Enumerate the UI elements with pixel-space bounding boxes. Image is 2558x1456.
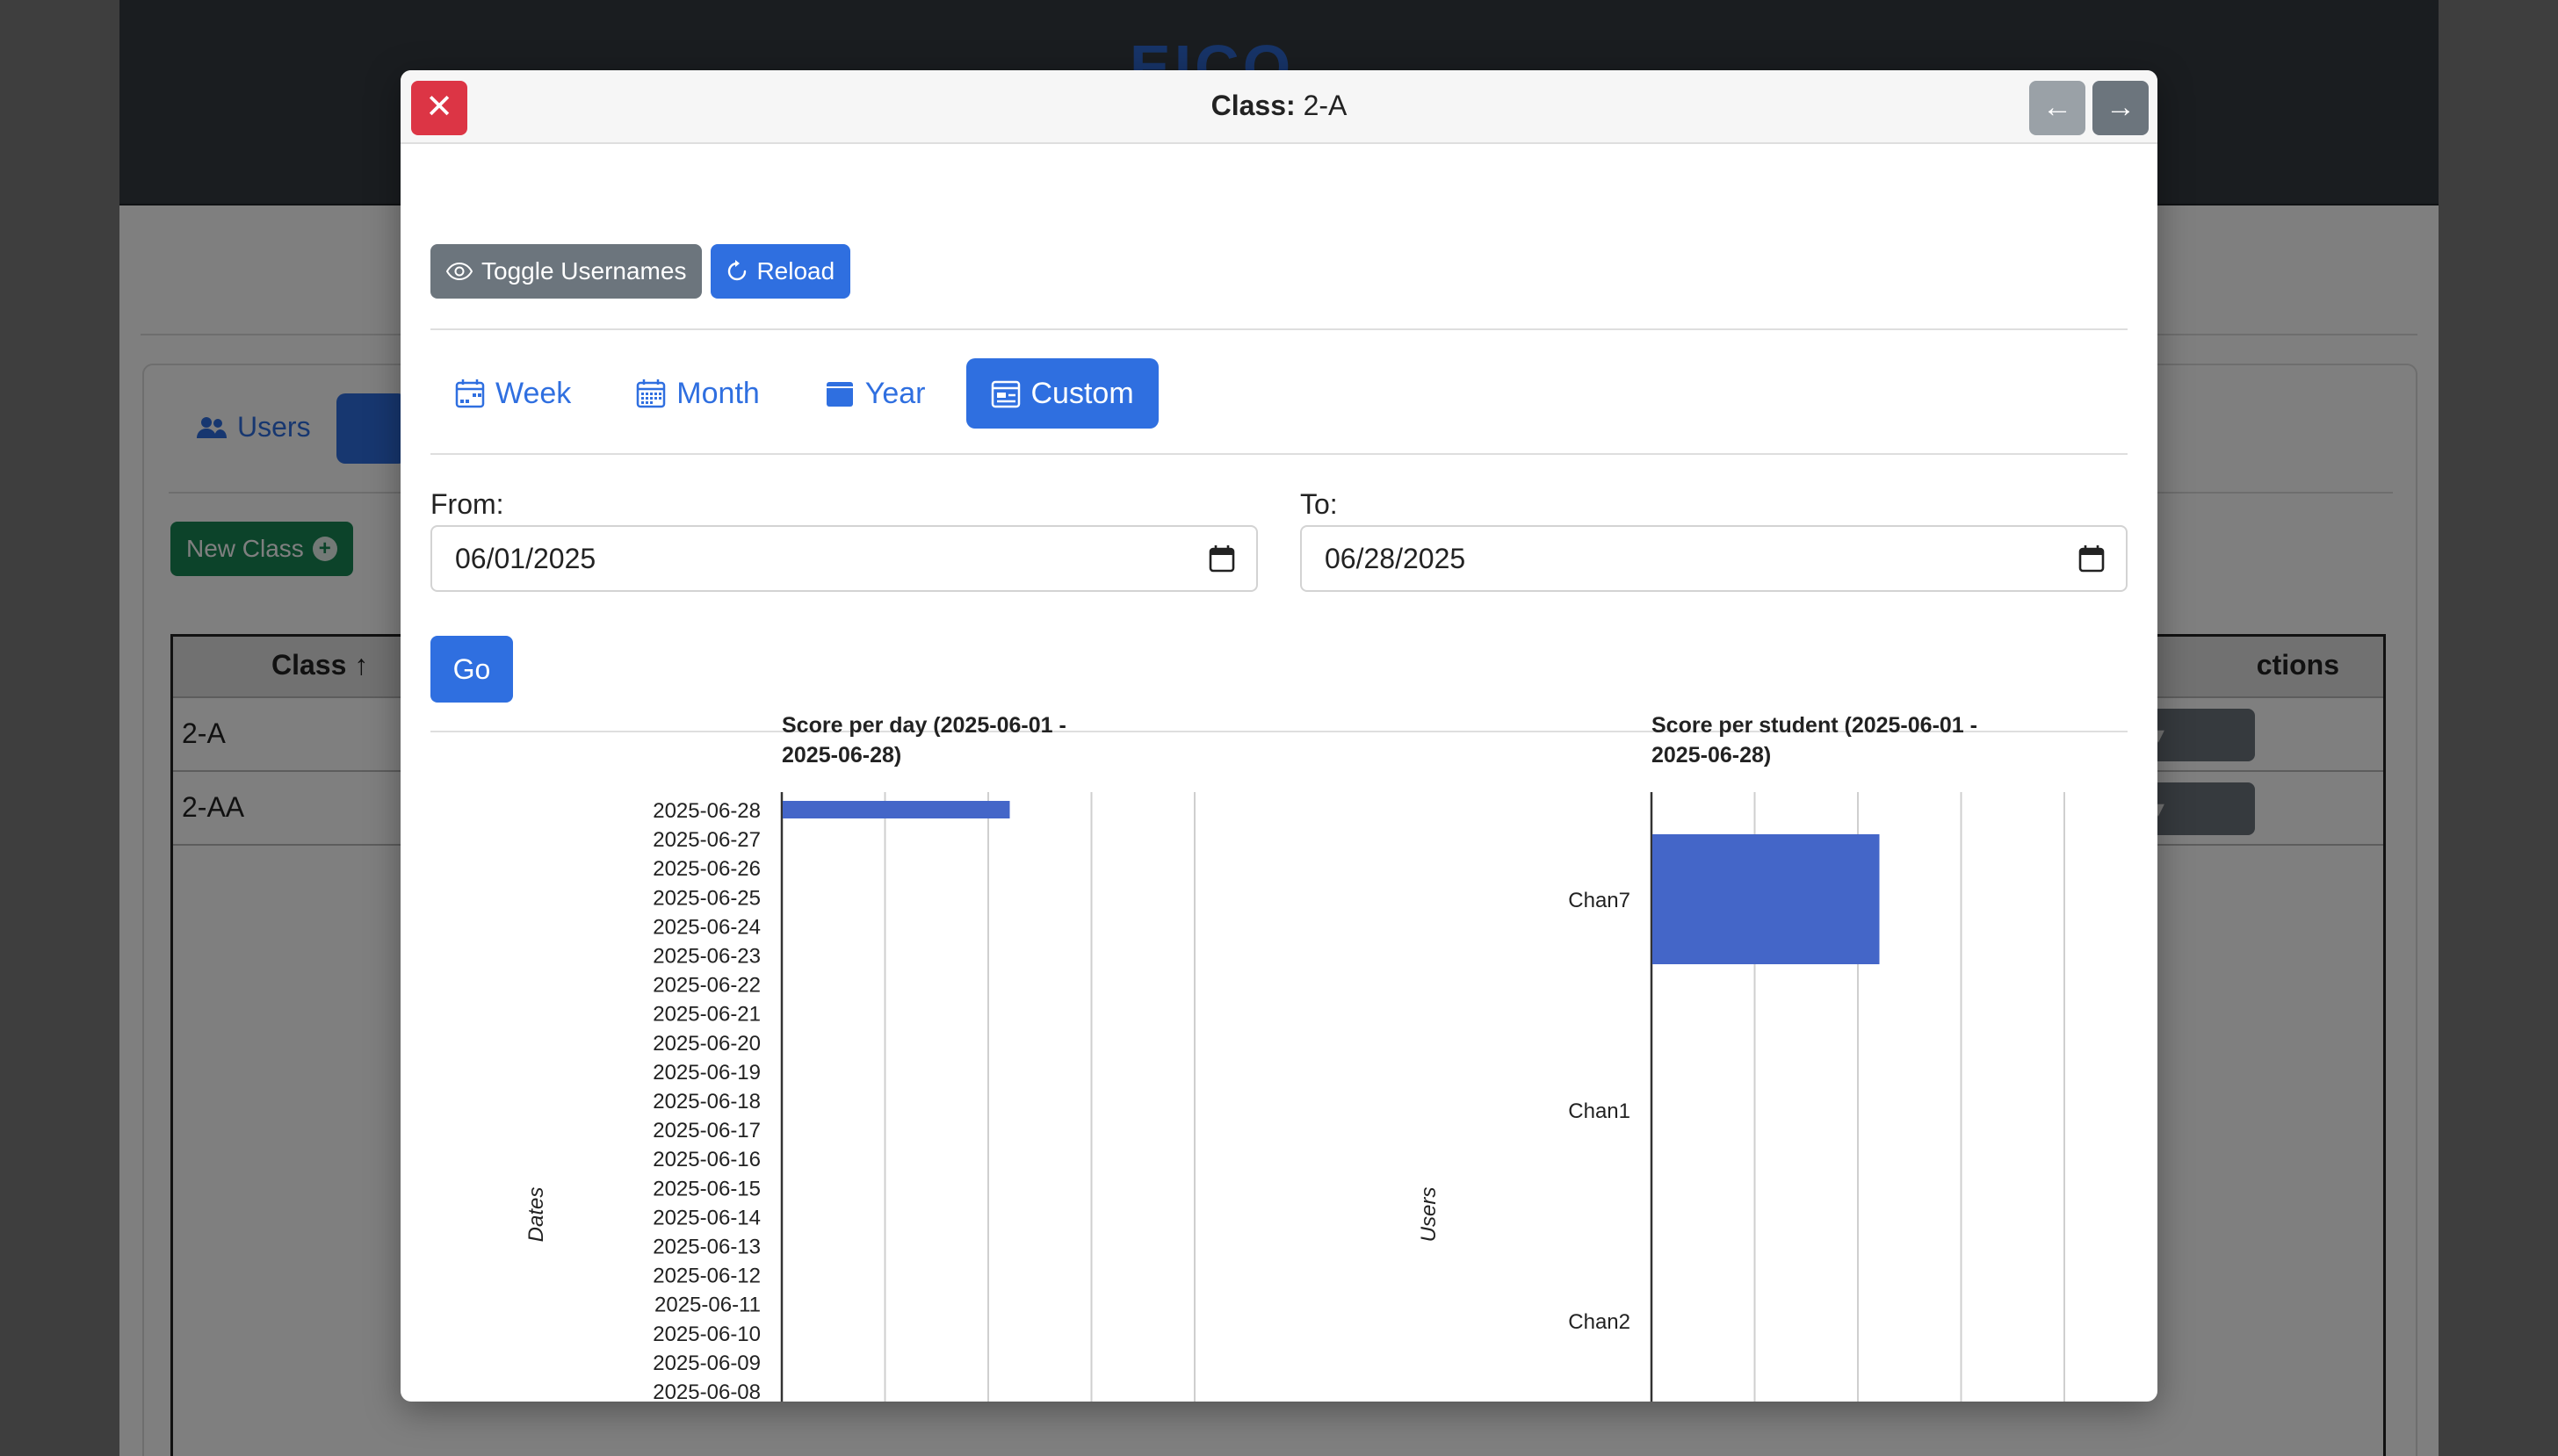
chart-title: Score per day (2025-06-01 -2025-06-28) (782, 713, 1066, 768)
tick-label: 2025-06-21 (653, 1003, 761, 1027)
tick-label: 2025-06-09 (653, 1351, 761, 1375)
tick-label: 2025-06-18 (653, 1090, 761, 1114)
tick-label: 2025-06-27 (653, 828, 761, 852)
chart-y-axis-label: Dates (524, 1187, 548, 1243)
tick-label: 2025-06-25 (653, 886, 761, 910)
tick-label: 2025-06-14 (653, 1206, 761, 1229)
tick-label: 2025-06-10 (653, 1323, 761, 1346)
bar (1652, 834, 1880, 964)
tick-label: 2025-06-26 (653, 857, 761, 881)
chart-title: Score per student (2025-06-01 -2025-06-2… (1651, 713, 1977, 768)
tick-label: 2025-06-24 (653, 915, 761, 939)
tick-label: 2025-06-11 (654, 1294, 761, 1317)
tick-label: 2025-06-16 (653, 1148, 761, 1171)
tick-label: 2025-06-15 (653, 1177, 761, 1200)
bar (783, 801, 1010, 818)
tick-label: 2025-06-28 (653, 799, 761, 823)
tick-label: Chan1 (1568, 1099, 1630, 1123)
tick-label: Chan7 (1568, 889, 1630, 912)
charts-area: Score per day (2025-06-01 -2025-06-28) Da… (524, 713, 2065, 1402)
tick-label: 2025-06-17 (653, 1119, 761, 1142)
tick-label: 2025-06-12 (653, 1265, 761, 1288)
tick-label: 2025-06-08 (653, 1380, 761, 1402)
tick-label: Chan2 (1568, 1310, 1630, 1334)
chart-y-axis-label: Users (1417, 1187, 1441, 1243)
tick-label: 2025-06-23 (653, 945, 761, 969)
tick-label: 2025-06-22 (653, 974, 761, 998)
tick-label: 2025-06-20 (653, 1032, 761, 1056)
class-stats-modal: ✕ Class: 2-A ← → Toggle Usernames Reload… (401, 70, 2157, 1402)
tick-label: 2025-06-19 (653, 1061, 761, 1085)
tick-label: 2025-06-13 (653, 1236, 761, 1259)
